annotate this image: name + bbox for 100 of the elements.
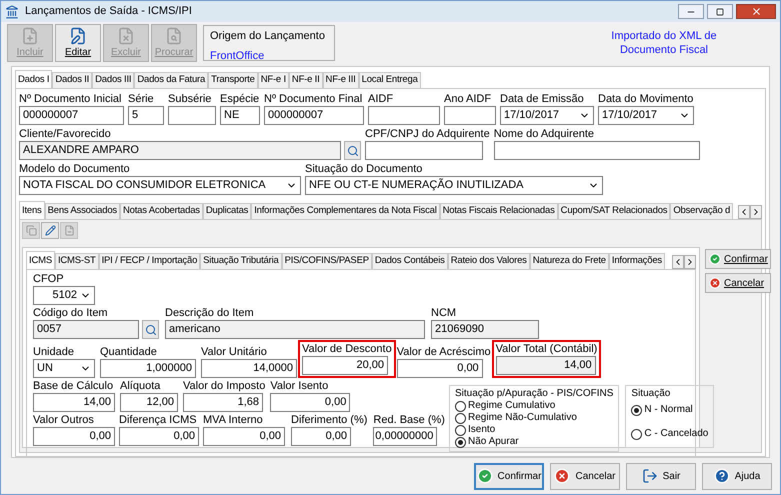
tab[interactable]: Rateio dos Valores bbox=[448, 253, 530, 269]
tab[interactable]: Dados da Fatura bbox=[134, 72, 208, 88]
tab[interactable]: Itens bbox=[19, 201, 45, 219]
field-label: Diferença ICMS bbox=[119, 413, 198, 427]
dropdown[interactable]: 17/10/2017 bbox=[598, 106, 694, 125]
input-field[interactable]: 0,00 bbox=[203, 427, 285, 446]
footer-button[interactable]: Sair bbox=[626, 462, 696, 490]
input-field[interactable]: 1,000000 bbox=[100, 359, 196, 378]
maximize-button[interactable] bbox=[707, 4, 733, 19]
input-field[interactable]: 14,00 bbox=[33, 393, 115, 412]
close-button[interactable] bbox=[736, 4, 776, 19]
input-field[interactable]: 0057 bbox=[33, 320, 139, 339]
field-label: MVA Interno bbox=[203, 413, 264, 427]
radio-button[interactable] bbox=[455, 412, 466, 424]
field-label: Espécie bbox=[220, 92, 260, 106]
tab[interactable]: ICMS bbox=[26, 251, 55, 269]
tab[interactable]: Local Entrega bbox=[358, 72, 421, 88]
side-button[interactable]: Cancelar bbox=[705, 273, 771, 293]
radio-button[interactable] bbox=[455, 400, 466, 412]
file-search-icon bbox=[165, 26, 183, 44]
input-field[interactable]: ALEXANDRE AMPARO bbox=[19, 141, 341, 160]
radio-option[interactable]: N - Normal bbox=[631, 404, 693, 416]
tab[interactable]: Informações Complementares da Nota Fiscal bbox=[251, 203, 440, 219]
input-field[interactable] bbox=[168, 106, 216, 125]
search-button[interactable] bbox=[344, 141, 361, 160]
import-note: Importado do XML de Documento Fiscal bbox=[610, 29, 718, 57]
input-field[interactable] bbox=[368, 106, 440, 125]
tab[interactable]: Dados I bbox=[15, 70, 52, 88]
input-field[interactable] bbox=[494, 141, 700, 160]
scroll-left-button[interactable] bbox=[672, 255, 684, 269]
toolbar-button[interactable]: Editar bbox=[55, 24, 101, 62]
tab[interactable]: IPI / FECP / Importação bbox=[98, 253, 200, 269]
tab[interactable]: Notas Acobertadas bbox=[120, 203, 203, 219]
dropdown[interactable]: NOTA FISCAL DO CONSUMIDOR ELETRONICA bbox=[19, 176, 301, 195]
tab[interactable]: NF-e III bbox=[322, 72, 359, 88]
input-field[interactable]: 000000007 bbox=[19, 106, 124, 125]
input-field[interactable]: 20,00 bbox=[302, 356, 388, 375]
tab[interactable]: Notas Fiscais Relacionadas bbox=[440, 203, 558, 219]
field-label: Data do Movimento bbox=[598, 92, 694, 106]
input-field[interactable]: americano bbox=[165, 320, 425, 339]
tab[interactable]: Dados II bbox=[52, 72, 92, 88]
side-button[interactable]: Confirmar bbox=[705, 249, 771, 269]
tab[interactable]: Dados Contábeis bbox=[372, 253, 448, 269]
input-field[interactable]: 0,00 bbox=[119, 427, 199, 446]
field-label: Valor de Desconto bbox=[302, 342, 392, 356]
tab[interactable]: Duplicatas bbox=[202, 203, 252, 219]
tab[interactable]: Bens Associados bbox=[44, 203, 120, 219]
tab[interactable]: PIS/COFINS/PASEP bbox=[282, 253, 372, 269]
input-field[interactable]: 0,00 bbox=[33, 427, 115, 446]
footer-button[interactable]: Cancelar bbox=[550, 462, 620, 490]
input-field[interactable]: 14,0000 bbox=[201, 359, 297, 378]
maximize-icon bbox=[716, 8, 724, 16]
input-field[interactable]: 0,00 bbox=[291, 427, 351, 446]
radio-button[interactable] bbox=[631, 404, 642, 416]
scroll-right-button[interactable] bbox=[750, 205, 762, 219]
radio-button[interactable] bbox=[455, 436, 466, 448]
tab[interactable]: Observação d bbox=[670, 203, 734, 219]
tab[interactable]: Dados III bbox=[92, 72, 134, 88]
input-field[interactable]: NE bbox=[220, 106, 260, 125]
file-x-icon bbox=[117, 26, 135, 44]
input-field[interactable]: 12,00 bbox=[120, 393, 178, 412]
input-field[interactable]: 14,00 bbox=[496, 356, 596, 375]
footer-button[interactable]: Ajuda bbox=[702, 462, 772, 490]
tab[interactable]: Cupom/SAT Relacionados bbox=[558, 203, 670, 219]
input-field[interactable] bbox=[444, 106, 496, 125]
radio-option[interactable]: Regime Cumulativo bbox=[455, 400, 556, 412]
radio-button[interactable] bbox=[455, 424, 466, 436]
tab[interactable]: ICMS-ST bbox=[54, 253, 99, 269]
radio-option[interactable]: Não Apurar bbox=[455, 436, 519, 448]
search-button[interactable] bbox=[142, 320, 159, 339]
tab[interactable]: NF-e II bbox=[288, 72, 323, 88]
input-field[interactable]: 0,00000000 bbox=[373, 427, 438, 446]
scroll-left-button[interactable] bbox=[738, 205, 750, 219]
tab[interactable]: Informações bbox=[608, 253, 665, 269]
input-field[interactable]: 0,00 bbox=[396, 359, 483, 378]
dropdown[interactable]: UN bbox=[33, 359, 95, 378]
input-field[interactable] bbox=[365, 141, 483, 160]
edit-icon-button[interactable] bbox=[41, 222, 59, 239]
field-label: Descrição do Item bbox=[165, 306, 255, 320]
dropdown[interactable]: 5102 bbox=[33, 286, 95, 305]
scroll-right-button[interactable] bbox=[684, 255, 696, 269]
dropdown[interactable]: 17/10/2017 bbox=[500, 106, 594, 125]
radio-option[interactable]: Isento bbox=[455, 424, 496, 436]
input-field[interactable]: 5 bbox=[128, 106, 164, 125]
tab[interactable]: Transporte bbox=[208, 72, 258, 88]
tab[interactable]: Natureza do Frete bbox=[530, 253, 609, 269]
dropdown[interactable]: NFE OU CT-E NUMERAÇÃO INUTILIZADA bbox=[305, 176, 603, 195]
field-label: Situação do Documento bbox=[305, 162, 424, 176]
input-field[interactable]: 000000007 bbox=[264, 106, 364, 125]
field-label: CPF/CNPJ do Adquirente bbox=[365, 127, 490, 141]
bank-icon bbox=[5, 4, 19, 18]
tab[interactable]: NF-e I bbox=[258, 72, 289, 88]
input-field[interactable]: 0,00 bbox=[270, 393, 350, 412]
footer-button[interactable]: Confirmar bbox=[474, 462, 544, 490]
input-field[interactable]: 21069090 bbox=[431, 320, 539, 339]
radio-option[interactable]: C - Cancelado bbox=[631, 428, 708, 440]
tab[interactable]: Situação Tributária bbox=[200, 253, 282, 269]
radio-button[interactable] bbox=[631, 428, 642, 440]
radio-option[interactable]: Regime Não-Cumulativo bbox=[455, 412, 577, 424]
input-field[interactable]: 1,68 bbox=[183, 393, 263, 412]
